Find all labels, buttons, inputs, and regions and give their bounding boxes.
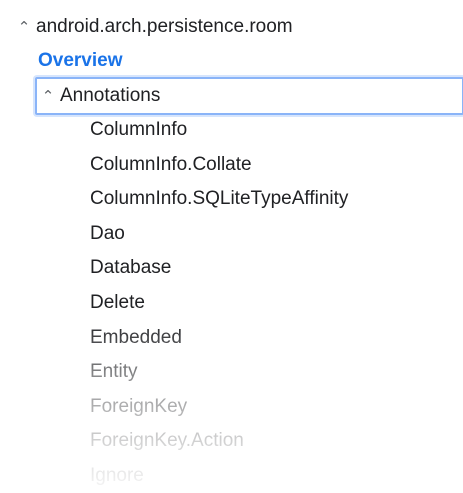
tree-node-label: Annotations [60, 85, 161, 106]
tree-item[interactable]: Dao [90, 217, 125, 251]
tree-item-label: Delete [90, 292, 145, 313]
tree-item[interactable]: ForeignKey.Action [90, 424, 244, 458]
tree-item-label: ColumnInfo.Collate [90, 153, 252, 175]
tree-item[interactable]: Database [90, 251, 171, 285]
tree-item-label: Dao [90, 222, 125, 244]
tree-item-label: ColumnInfo [90, 119, 188, 140]
chevron-up-icon[interactable]: ⌃ [14, 18, 34, 36]
tree-item[interactable]: ForeignKey [90, 390, 187, 424]
nav-tree-panel: ⌃ android.arch.persistence.room Overview… [0, 0, 463, 488]
tree-item-label: Embedded [90, 326, 182, 348]
tree-item-label: Entity [90, 361, 138, 383]
tree-node-root[interactable]: ⌃ android.arch.persistence.room [14, 10, 293, 44]
tree-node-label: android.arch.persistence.room [36, 16, 293, 37]
tree-item[interactable]: ColumnInfo.Collate [90, 148, 252, 182]
tree-item[interactable]: Entity [90, 355, 138, 389]
tree-item[interactable]: ColumnInfo.SQLiteTypeAffinity [90, 182, 348, 216]
tree-item[interactable]: Embedded [90, 321, 182, 355]
tree-item-label: Ignore [90, 465, 144, 486]
overview-label: Overview [38, 50, 123, 71]
tree-node-annotations[interactable]: ⌃ Annotations [38, 79, 161, 113]
tree-item-label: ForeignKey.Action [90, 430, 244, 452]
tree-item[interactable]: ColumnInfo [90, 113, 187, 147]
overview-link[interactable]: Overview [38, 44, 123, 78]
scroll-fade-overlay [0, 318, 463, 488]
tree-item-label: ForeignKey [90, 395, 188, 417]
chevron-up-icon[interactable]: ⌃ [38, 87, 58, 105]
tree-item-label: ColumnInfo.SQLiteTypeAffinity [90, 188, 349, 210]
tree-item-label: Database [90, 257, 172, 279]
tree-item[interactable]: Delete [90, 286, 145, 320]
